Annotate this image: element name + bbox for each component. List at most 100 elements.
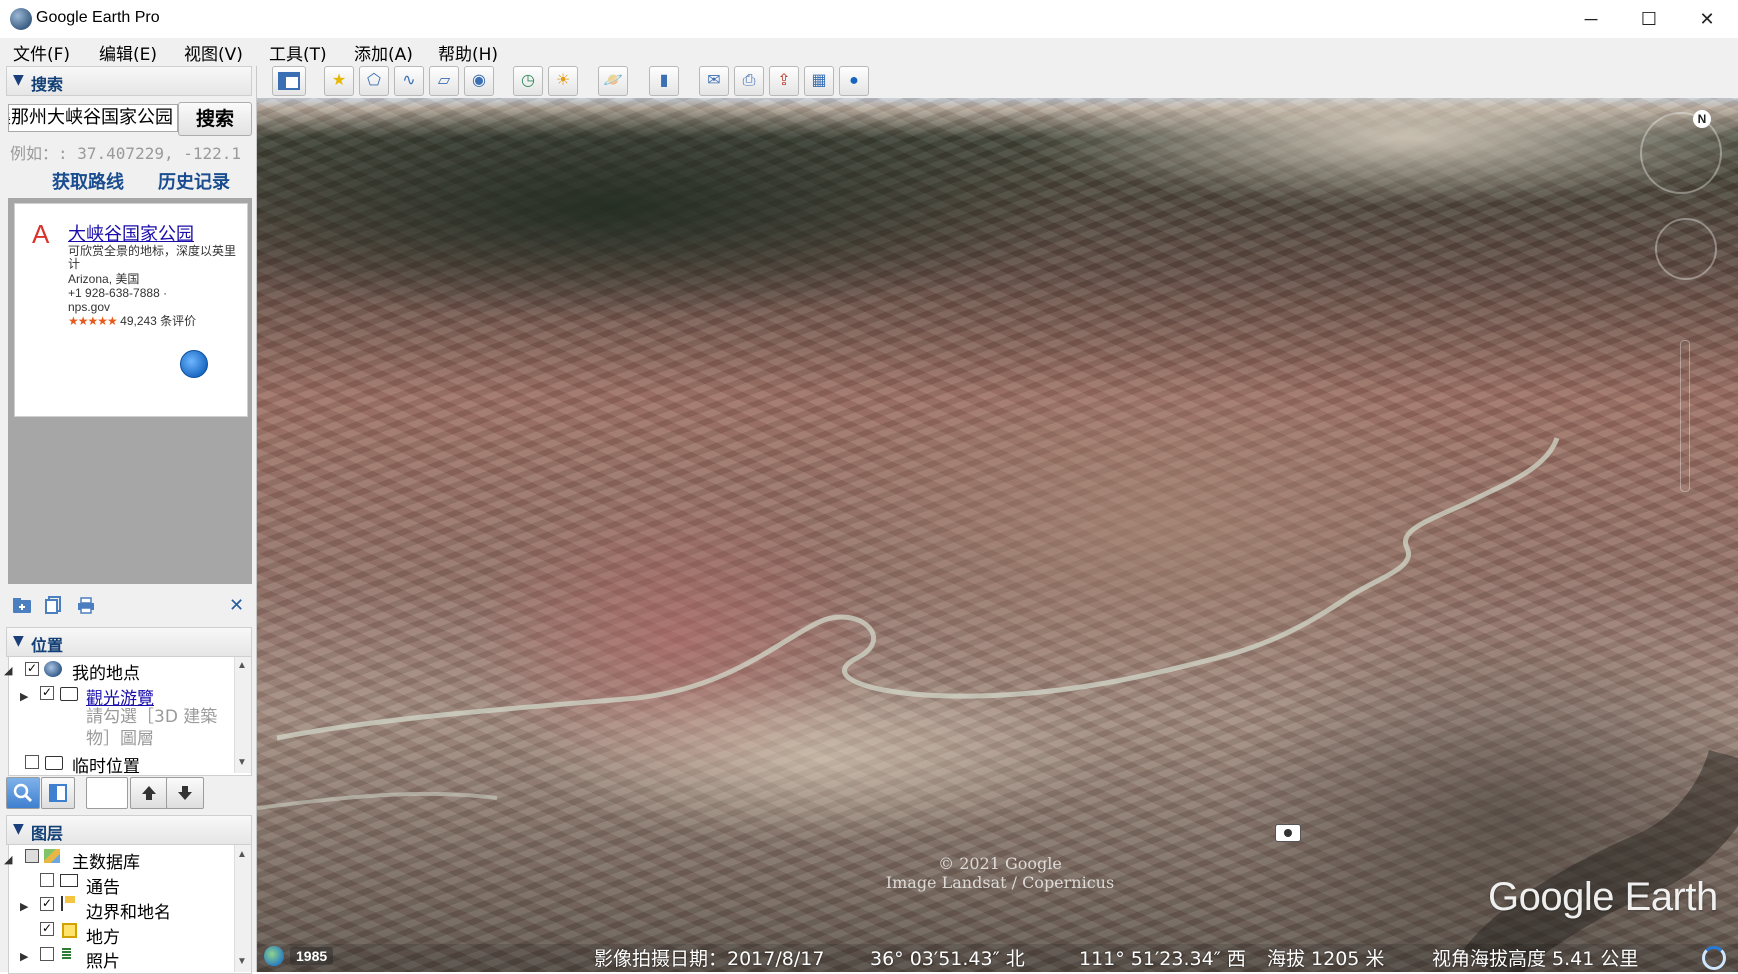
- add-placemark-button[interactable]: ★: [324, 66, 354, 96]
- photos-icon: [62, 948, 71, 959]
- record-tour-button[interactable]: ◉: [464, 66, 494, 96]
- tree-item-hint: 請勾選［3D 建築物］圖層: [86, 707, 218, 749]
- close-search-results-button[interactable]: ✕: [229, 595, 244, 616]
- search-panel-header[interactable]: ▼ 搜索: [6, 66, 252, 96]
- layers-panel-header[interactable]: ▼ 图层: [6, 815, 252, 845]
- expand-arrow-icon[interactable]: ▶: [20, 900, 28, 913]
- collapse-triangle-icon[interactable]: ▼: [13, 72, 24, 88]
- blank-field[interactable]: [86, 777, 128, 809]
- result-description: 可欣赏全景的地标，深度以英里计: [68, 244, 237, 271]
- result-rating: ★★★★★ 49,243 条评价: [68, 315, 238, 328]
- panel-toggle-button[interactable]: [41, 777, 75, 809]
- maximize-button[interactable]: ☐: [1620, 0, 1678, 38]
- checkbox[interactable]: ✓: [40, 897, 54, 911]
- get-directions-link[interactable]: 获取路线: [52, 168, 124, 194]
- result-website: nps.gov: [68, 300, 111, 314]
- tree-item-borders-labels[interactable]: 边界和地名: [86, 898, 171, 923]
- result-address: Arizona, 美国: [68, 272, 140, 286]
- scroll-down-arrow[interactable]: ▼: [235, 956, 249, 967]
- database-layers-icon: [44, 849, 60, 863]
- save-image-button[interactable]: ⇪: [769, 66, 799, 96]
- places-panel-header[interactable]: ▼ 位置: [6, 627, 252, 657]
- scroll-up-arrow[interactable]: ▲: [235, 660, 249, 671]
- checkbox[interactable]: [25, 755, 39, 769]
- record-tour-icon: ◉: [472, 72, 486, 89]
- checkbox[interactable]: ✓: [25, 662, 39, 676]
- search-button[interactable]: 搜索: [178, 102, 252, 136]
- add-path-button[interactable]: ∿: [394, 66, 424, 96]
- search-mode-button[interactable]: [6, 777, 40, 809]
- add-folder-icon[interactable]: [12, 596, 32, 614]
- tree-item-primary-database[interactable]: 主数据库: [72, 848, 140, 873]
- collapse-triangle-icon[interactable]: ▼: [13, 821, 24, 837]
- scroll-up-arrow[interactable]: ▲: [235, 849, 249, 860]
- print-icon: ⎙: [742, 72, 756, 89]
- checkbox[interactable]: [40, 873, 54, 887]
- image-overlay-icon: ▱: [437, 72, 451, 89]
- add-image-overlay-button[interactable]: ▱: [429, 66, 459, 96]
- menu-file[interactable]: 文件(F): [13, 40, 70, 65]
- tree-item-places[interactable]: 地方: [86, 923, 120, 948]
- zoom-slider[interactable]: [1680, 340, 1690, 492]
- menu-edit[interactable]: 编辑(E): [99, 40, 157, 65]
- rating-stars: ★★★★★: [68, 314, 118, 328]
- checkbox[interactable]: ✓: [40, 922, 54, 936]
- collapse-arrow-icon[interactable]: ◢: [4, 853, 12, 866]
- history-link[interactable]: 历史记录: [158, 168, 230, 194]
- historical-imagery-button[interactable]: ◷: [513, 66, 543, 96]
- imagery-copyright: © 2021 Google Image Landsat / Copernicus: [860, 854, 1140, 892]
- places-square-icon: [62, 923, 77, 938]
- copy-icon[interactable]: [44, 596, 64, 614]
- earth-gallery-button[interactable]: ●: [839, 66, 869, 96]
- camera-icon[interactable]: [1275, 824, 1301, 842]
- email-button[interactable]: ✉: [699, 66, 729, 96]
- planets-icon: 🪐: [603, 72, 623, 89]
- print-button[interactable]: ⎙: [734, 66, 764, 96]
- ruler-button[interactable]: ▮: [649, 66, 679, 96]
- planets-button[interactable]: 🪐: [598, 66, 628, 96]
- print-icon[interactable]: [76, 596, 96, 614]
- sunlight-button[interactable]: ☀: [548, 66, 578, 96]
- result-title-link[interactable]: 大峡谷国家公园: [68, 220, 194, 246]
- minimize-button[interactable]: ─: [1562, 0, 1620, 38]
- path-icon: ∿: [402, 72, 416, 89]
- earth-gallery-icon: ●: [849, 72, 859, 89]
- imagery-year-badge[interactable]: 1985: [290, 947, 334, 965]
- scroll-down-arrow[interactable]: ▼: [235, 757, 249, 768]
- layers-scrollbar[interactable]: [234, 845, 251, 972]
- search-input[interactable]: 亚利桑那州大峡谷国家公园: [8, 104, 178, 132]
- compass-control[interactable]: [1640, 112, 1722, 194]
- title-bar: [0, 0, 1738, 38]
- move-down-button[interactable]: [166, 777, 204, 809]
- historical-imagery-globe-icon[interactable]: [264, 946, 284, 966]
- map-view[interactable]: [257, 98, 1738, 972]
- expand-arrow-icon[interactable]: ▶: [20, 950, 28, 963]
- envelope-icon: [60, 874, 78, 887]
- tree-item-announcements[interactable]: 通告: [86, 873, 120, 898]
- imagery-date: 影像拍摄日期：2017/8/17: [594, 948, 825, 970]
- menu-view[interactable]: 视图(V): [184, 40, 243, 65]
- tree-item-my-places[interactable]: 我的地点: [72, 659, 140, 684]
- globe-icon[interactable]: [180, 350, 208, 378]
- tree-item-temporary-places[interactable]: 临时位置: [72, 752, 140, 777]
- north-indicator[interactable]: N: [1693, 110, 1711, 128]
- checkbox[interactable]: [25, 849, 39, 863]
- view-in-maps-button[interactable]: ▦: [804, 66, 834, 96]
- historical-imagery-icon: ◷: [521, 72, 535, 89]
- colorado-river: [257, 437, 1738, 972]
- tree-item-photos[interactable]: 照片: [86, 947, 120, 972]
- places-scrollbar[interactable]: [234, 657, 251, 773]
- collapse-triangle-icon[interactable]: ▼: [13, 633, 24, 649]
- expand-arrow-icon[interactable]: ▶: [20, 690, 28, 703]
- move-up-button[interactable]: [130, 777, 168, 809]
- look-joystick[interactable]: [1655, 218, 1717, 280]
- collapse-arrow-icon[interactable]: ◢: [4, 664, 12, 677]
- folder-icon: [60, 687, 78, 701]
- earth-icon: [44, 661, 62, 677]
- google-earth-watermark: Google Earth: [1488, 875, 1718, 919]
- checkbox[interactable]: ✓: [40, 686, 54, 700]
- close-button[interactable]: ✕: [1678, 0, 1736, 38]
- add-polygon-button[interactable]: ⬠: [359, 66, 389, 96]
- checkbox[interactable]: [40, 947, 54, 961]
- sidebar-toggle-button[interactable]: [272, 66, 306, 96]
